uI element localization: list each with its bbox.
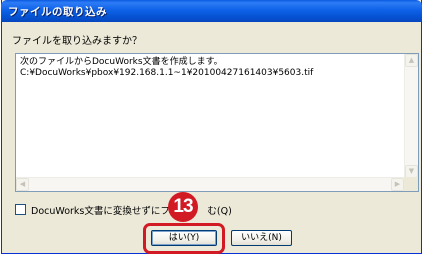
vertical-scrollbar[interactable]: ▲ ▼ [404, 54, 418, 178]
window-title: ファイルの取り込み [8, 6, 107, 18]
scroll-up-icon[interactable]: ▲ [405, 54, 418, 67]
yes-button[interactable]: はい(Y) [151, 230, 217, 246]
horizontal-scrollbar[interactable]: ◀ ▶ [16, 177, 404, 191]
checkbox-label-tail: む(Q) [207, 206, 232, 217]
prompt-text: ファイルを取り込みますか？ [12, 36, 142, 47]
scroll-left-icon[interactable]: ◀ [16, 178, 29, 191]
message-textbox[interactable]: 次のファイルからDocuWorks文書を作成します。 C:¥DocuWorks¥… [15, 53, 419, 192]
message-line-1: 次のファイルからDocuWorks文書を作成します。 [20, 57, 223, 67]
no-button[interactable]: いいえ(N) [231, 230, 292, 246]
step-number-badge: 13 [168, 192, 198, 222]
message-text: 次のファイルからDocuWorks文書を作成します。 C:¥DocuWorks¥… [20, 57, 313, 79]
checkbox-label: DocuWorks文書に変換せずにファ む(Q) [31, 203, 232, 217]
dialog-window: ファイルの取り込み ファイルを取り込みますか？ 次のファイルからDocuWork… [1, 0, 422, 254]
checkbox-label-head: DocuWorks文書に変換せずにファ [31, 206, 180, 217]
no-convert-checkbox[interactable] [15, 204, 26, 215]
title-bar[interactable]: ファイルの取り込み [1, 0, 422, 22]
scroll-right-icon[interactable]: ▶ [391, 178, 404, 191]
message-line-2: C:¥DocuWorks¥pbox¥192.168.1.1~1¥20100427… [20, 68, 314, 78]
scrollbar-corner [404, 177, 418, 191]
